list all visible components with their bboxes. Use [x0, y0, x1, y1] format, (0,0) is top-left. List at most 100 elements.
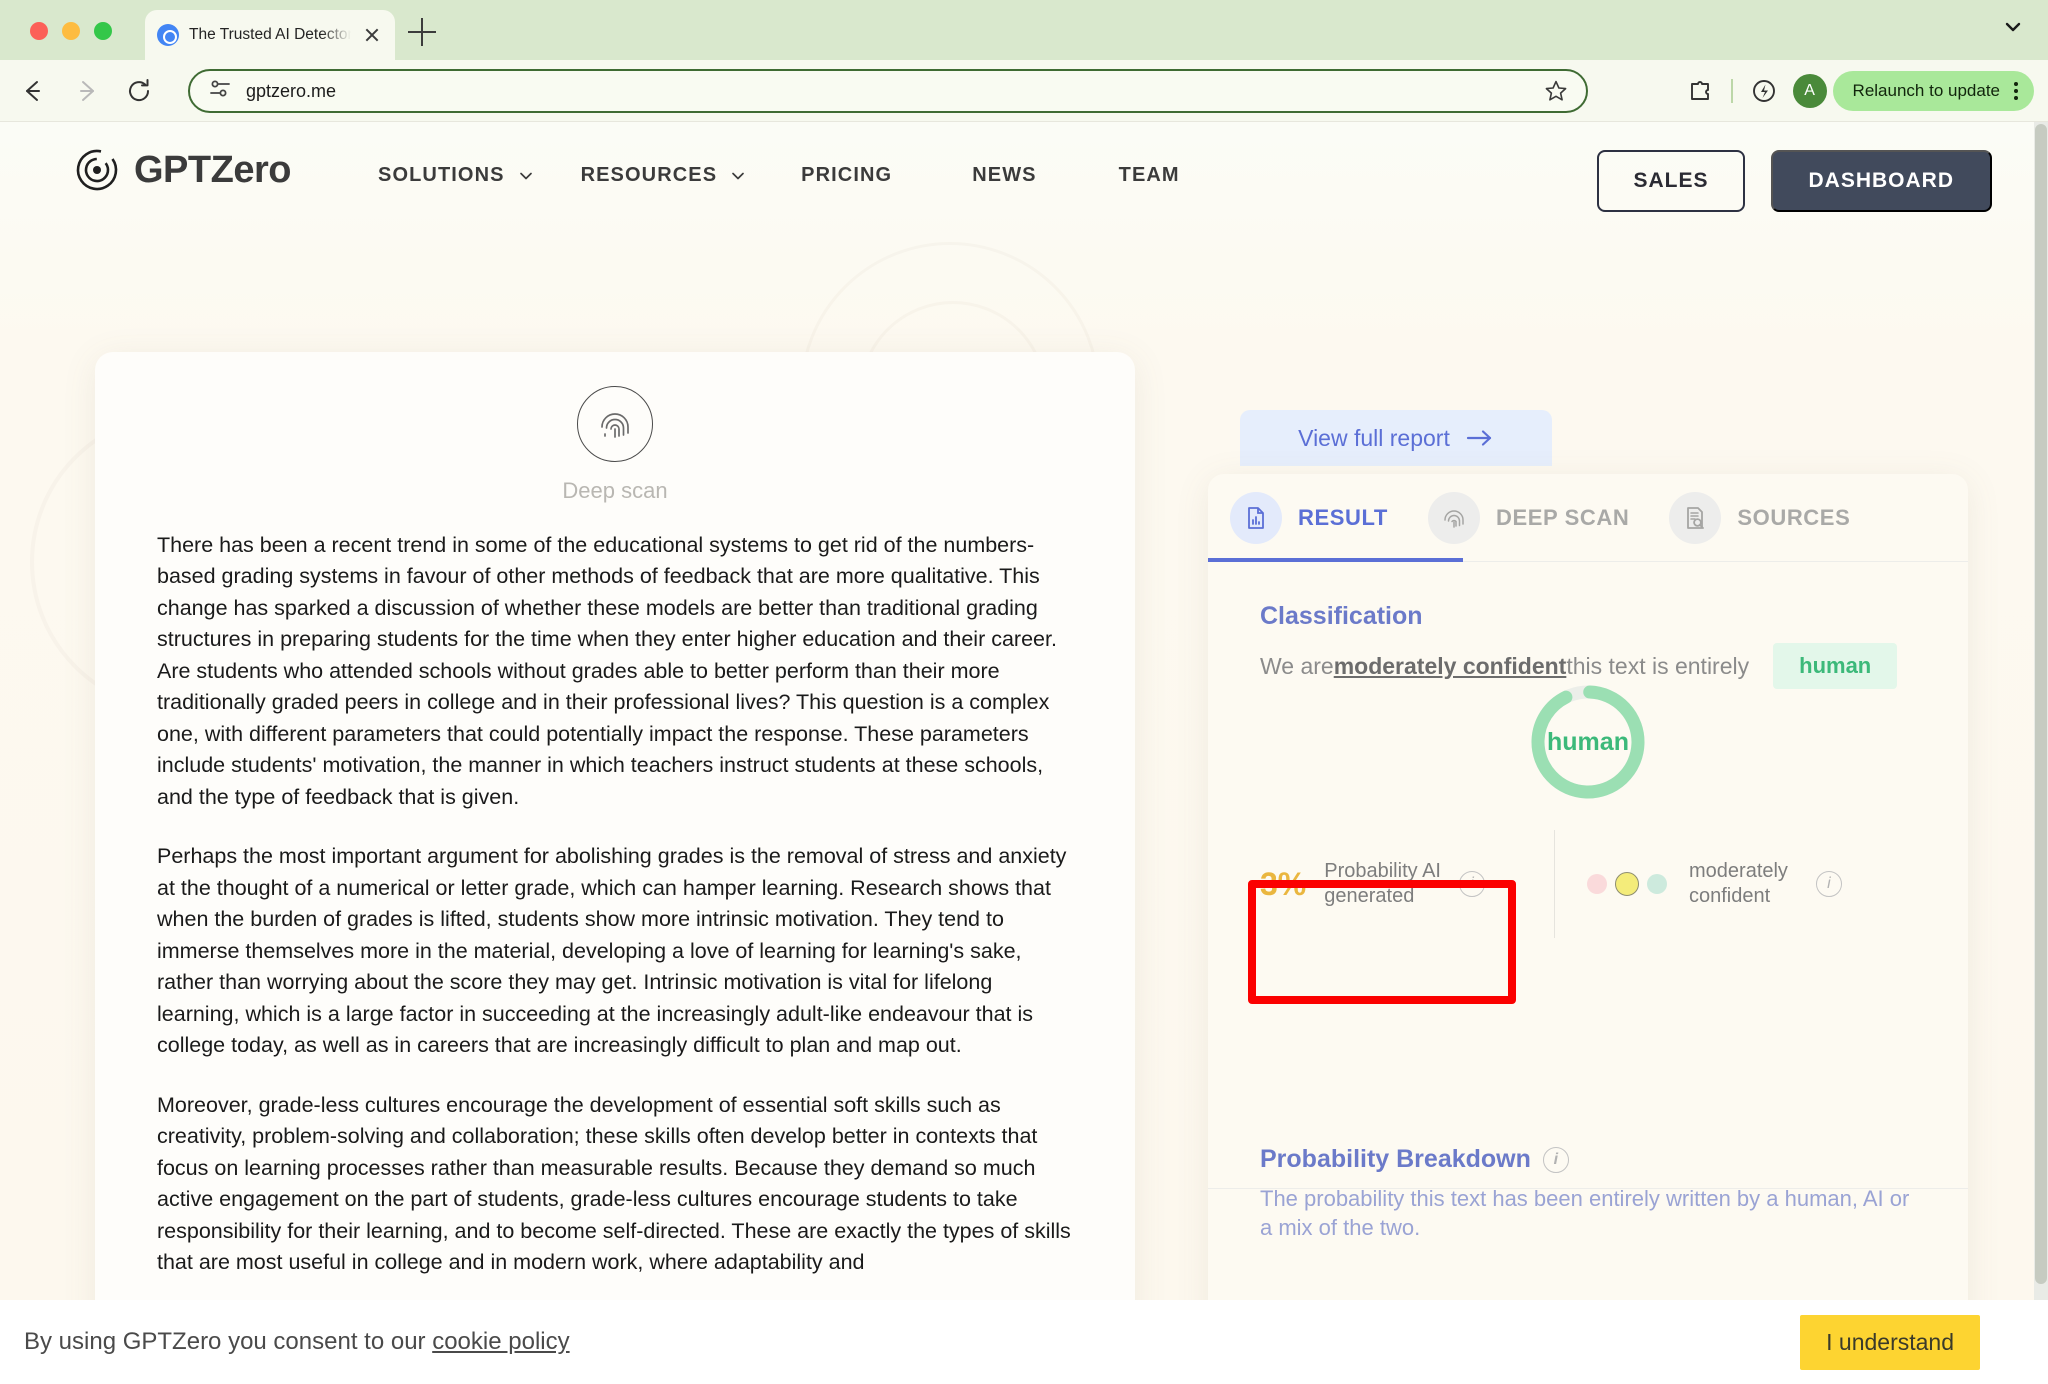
ai-probability-caption: Probability AI generated — [1324, 859, 1441, 909]
ai-probability-metric: 3% Probability AI generated i — [1260, 859, 1538, 909]
nav-item-news[interactable]: NEWS — [972, 158, 1036, 193]
back-arrow-icon[interactable] — [16, 74, 50, 108]
info-circle-icon[interactable]: i — [1542, 1146, 1569, 1173]
arrow-right-icon — [1466, 430, 1491, 446]
browser-toolbar: gptzero.me A Relaunch to update — [0, 60, 2048, 122]
confidence-dots — [1587, 872, 1667, 896]
deep-scan-header[interactable]: Deep scan — [515, 386, 715, 504]
energy-saver-leaf-icon[interactable] — [1741, 68, 1787, 114]
info-circle-icon[interactable]: i — [1458, 871, 1485, 897]
confidence-label-line2: confident — [1689, 885, 1771, 907]
confidence-label: moderately confident — [1689, 859, 1788, 909]
result-panel: RESULT DEEP SCAN SOURCES Classification … — [1208, 474, 1968, 1384]
tab-deep-scan[interactable]: DEEP SCAN — [1427, 474, 1630, 562]
close-window-button[interactable] — [30, 22, 48, 40]
chevron-down-icon[interactable] — [1996, 10, 2030, 44]
close-tab-icon[interactable] — [361, 24, 383, 46]
cookie-accept-button[interactable]: I understand — [1800, 1314, 1980, 1370]
site-settings-icon[interactable] — [208, 77, 232, 106]
metrics-divider — [1554, 830, 1555, 938]
classification-sentence-emphasis[interactable]: moderately confident — [1334, 653, 1567, 680]
site-nav-actions: SALES DASHBOARD — [1597, 150, 1992, 212]
browser-tab[interactable]: The Trusted AI Detector for C — [145, 10, 395, 60]
donut-center-label: human — [1547, 727, 1629, 756]
nav-item-pricing[interactable]: PRICING — [801, 158, 892, 193]
site-logo[interactable]: GPTZero — [74, 147, 291, 193]
document-card: Deep scan There has been a recent trend … — [95, 352, 1135, 1384]
nav-item-label: SOLUTIONS — [378, 164, 505, 186]
nav-item-solutions[interactable]: SOLUTIONS — [378, 158, 535, 193]
fingerprint-icon — [1427, 492, 1480, 544]
sales-button[interactable]: SALES — [1597, 150, 1745, 212]
tab-sources[interactable]: SOURCES — [1669, 474, 1850, 562]
deep-scan-label: Deep scan — [562, 478, 668, 503]
classification-sentence-post: this text is entirely — [1566, 652, 1750, 679]
tab-title: The Trusted AI Detector for C — [189, 26, 351, 43]
classification-metrics: 3% Probability AI generated i moderately… — [1260, 830, 1916, 938]
view-full-report-label: View full report — [1298, 424, 1450, 451]
window-controls[interactable] — [30, 22, 112, 40]
classification-section: Classification We are moderately confide… — [1208, 562, 1968, 1189]
cookie-consent-bar: By using GPTZero you consent to our cook… — [0, 1300, 2048, 1384]
nav-item-team[interactable]: TEAM — [1119, 158, 1180, 193]
ai-probability-caption-line1: Probability AI — [1324, 860, 1441, 882]
classification-donut-chart: human — [1526, 680, 1650, 804]
toolbar-divider — [1730, 79, 1733, 103]
address-bar[interactable]: gptzero.me — [188, 69, 1588, 113]
breakdown-heading-row: Probability Breakdown i — [1260, 1145, 1916, 1174]
tab-sources-label: SOURCES — [1737, 505, 1851, 530]
document-paragraph: Perhaps the most important argument for … — [157, 844, 1067, 1058]
minimize-window-button[interactable] — [62, 22, 80, 40]
fingerprint-icon — [577, 386, 653, 462]
classification-sentence-pre: We are — [1260, 652, 1334, 679]
web-page: GPTZero SOLUTIONS RESOURCES PRICING NEWS… — [0, 122, 2048, 1384]
site-nav-links: SOLUTIONS RESOURCES PRICING NEWS TEAM — [378, 158, 1180, 193]
scrollbar-thumb[interactable] — [2035, 124, 2047, 1284]
reload-icon[interactable] — [122, 74, 156, 108]
star-icon[interactable] — [1544, 79, 1568, 103]
three-dot-menu-icon[interactable] — [2014, 82, 2018, 100]
document-paragraph: There has been a recent trend in some of… — [157, 533, 1057, 809]
tab-result-label: RESULT — [1298, 505, 1388, 530]
nav-item-label: RESOURCES — [580, 164, 718, 186]
ai-probability-caption-line2: generated — [1324, 885, 1415, 907]
document-chart-icon — [1230, 492, 1282, 544]
site-navbar: GPTZero SOLUTIONS RESOURCES PRICING NEWS… — [0, 122, 2048, 222]
result-panel-tabs: RESULT DEEP SCAN SOURCES — [1208, 474, 1968, 562]
cookie-consent-text: By using GPTZero you consent to our cook… — [24, 1328, 570, 1356]
page-scrollbar[interactable] — [2034, 122, 2048, 1384]
new-tab-icon[interactable] — [408, 18, 436, 46]
brand-name: GPTZero — [134, 148, 291, 191]
document-search-icon — [1669, 492, 1722, 544]
gptzero-mark-icon — [76, 149, 118, 191]
toolbar-right-group: A Relaunch to update — [1677, 68, 2034, 114]
browser-window: The Trusted AI Detector for C — [0, 0, 2048, 1384]
chevron-down-icon — [519, 172, 532, 179]
ai-probability-value: 3% — [1260, 865, 1307, 902]
extensions-puzzle-icon[interactable] — [1677, 68, 1723, 114]
info-circle-icon[interactable]: i — [1815, 871, 1842, 897]
classification-heading: Classification — [1260, 602, 1423, 630]
forward-arrow-icon[interactable] — [70, 74, 104, 108]
confidence-dot-high — [1647, 874, 1667, 894]
address-bar-url[interactable]: gptzero.me — [246, 81, 1530, 102]
cookie-text-pre: By using GPTZero you consent to our — [24, 1328, 433, 1355]
dashboard-button[interactable]: DASHBOARD — [1770, 150, 1992, 212]
cookie-policy-link[interactable]: cookie policy — [432, 1328, 569, 1355]
tab-favicon-icon — [157, 24, 179, 46]
document-paragraph: Moreover, grade-less cultures encourage … — [157, 1092, 1071, 1275]
relaunch-to-update-button[interactable]: Relaunch to update — [1832, 71, 2034, 111]
tab-deep-scan-label: DEEP SCAN — [1495, 505, 1630, 530]
profile-avatar[interactable]: A — [1792, 74, 1827, 108]
tab-result[interactable]: RESULT — [1230, 474, 1388, 562]
confidence-dot-low — [1587, 874, 1607, 894]
maximize-window-button[interactable] — [94, 22, 112, 40]
chevron-down-icon — [732, 172, 745, 179]
confidence-label-line1: moderately — [1689, 860, 1788, 882]
view-full-report-button[interactable]: View full report — [1240, 410, 1552, 466]
nav-item-resources[interactable]: RESOURCES — [581, 158, 748, 193]
relaunch-label: Relaunch to update — [1852, 81, 2000, 100]
document-text[interactable]: There has been a recent trend in some of… — [95, 504, 1135, 1279]
breakdown-description: The probability this text has been entir… — [1260, 1186, 1910, 1241]
confidence-dot-medium — [1615, 872, 1639, 896]
